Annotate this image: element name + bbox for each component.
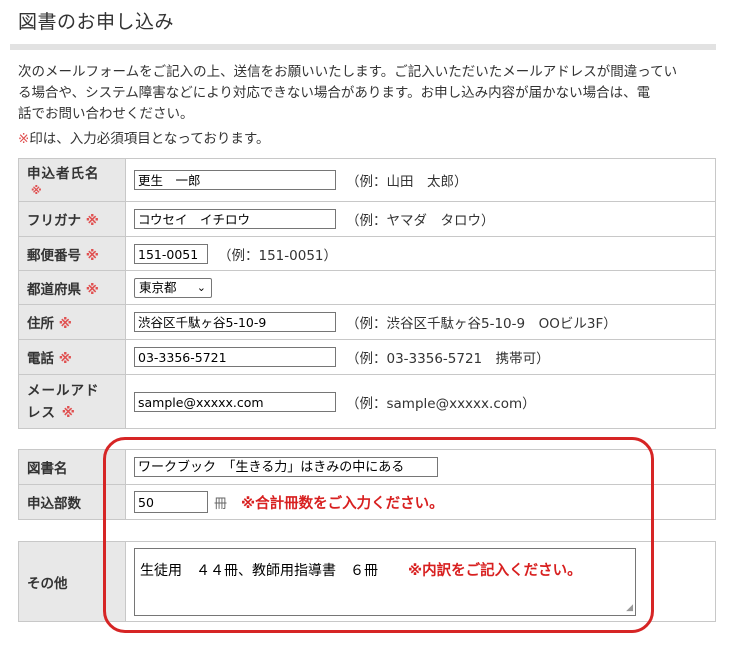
- required-mark: ※: [85, 247, 99, 264]
- row-phone: 電話 ※ 03-3356-5721 （例：03-3356-5721 携帯可）: [18, 339, 716, 375]
- postal-input[interactable]: 151-0051: [134, 243, 208, 264]
- phone-example: （例：03-3356-5721 携帯可）: [346, 351, 550, 367]
- quantity-note: ※合計冊数をご入力ください。: [241, 495, 444, 512]
- name-input[interactable]: 更生 一郎: [134, 170, 336, 190]
- label-email-line-1: メールアド: [27, 382, 100, 399]
- row-address: 住所 ※ 渋谷区千駄ヶ谷5-10-9 （例：渋谷区千駄ヶ谷5-10-9 OOビル3…: [18, 304, 716, 340]
- row-postal: 郵便番号 ※ 151-0051 （例：151-0051）: [18, 236, 716, 271]
- row-book: 図書名 ワークブック 「生きる力」はきみの中にある: [18, 449, 716, 485]
- label-book: 図書名: [18, 449, 126, 485]
- row-other: その他 生徒用 ４４冊、教師用指導書 ６冊 ※内訳をご記入ください。 ◢: [18, 541, 716, 622]
- kana-example: （例：ヤマダ タロウ）: [346, 213, 495, 229]
- name-example: （例：山田 太郎）: [346, 174, 468, 190]
- field-book: ワークブック 「生きる力」はきみの中にある: [125, 449, 716, 485]
- label-other: その他: [18, 541, 126, 622]
- required-note: ※印は、入力必須項目となっております。: [18, 127, 269, 147]
- row-name: 申込者氏名 ※ 更生 一郎 （例：山田 太郎）: [18, 158, 716, 202]
- quantity-input[interactable]: 50: [134, 491, 208, 513]
- label-address: 住所 ※: [18, 304, 126, 340]
- required-mark: ※: [31, 184, 42, 197]
- applicant-form-table: 申込者氏名 ※ 更生 一郎 （例：山田 太郎） フリガナ ※ コウセイ イチロウ （…: [18, 158, 716, 429]
- book-title-input[interactable]: ワークブック 「生きる力」はきみの中にある: [134, 457, 438, 477]
- address-input[interactable]: 渋谷区千駄ヶ谷5-10-9: [134, 312, 336, 332]
- label-phone: 電話 ※: [18, 339, 126, 375]
- field-quantity: 50 冊 ※合計冊数をご入力ください。: [125, 484, 716, 520]
- other-value: 生徒用 ４４冊、教師用指導書 ６冊: [140, 562, 378, 579]
- required-note-text: 印は、入力必須項目となっております。: [29, 131, 270, 147]
- chevron-down-icon: ⌄: [196, 280, 206, 294]
- label-postal: 郵便番号 ※: [18, 236, 126, 271]
- required-mark: ※: [18, 131, 30, 147]
- required-mark: ※: [85, 213, 99, 229]
- title-divider: [10, 44, 716, 50]
- order-form-table: 図書名 ワークブック 「生きる力」はきみの中にある 申込部数 50 冊 ※合計冊数を…: [18, 449, 716, 520]
- label-address-text: 住所: [27, 316, 54, 332]
- label-email: メールアド レス ※: [18, 374, 126, 429]
- intro-line-3: 話でお問い合わせください。: [18, 106, 194, 122]
- required-mark: ※: [85, 281, 99, 298]
- prefecture-select[interactable]: 東京都 ⌄: [134, 277, 212, 298]
- label-kana: フリガナ ※: [18, 201, 126, 237]
- quantity-unit: 冊: [214, 496, 228, 512]
- label-phone-text: 電話: [27, 351, 54, 367]
- field-email: sample@xxxxx.com （例：sample@xxxxx.com）: [125, 374, 716, 429]
- required-mark: ※: [58, 351, 72, 367]
- intro-text: 次のメールフォームをご記入の上、送信をお願いいたします。ご記入いただいたメールア…: [18, 62, 718, 125]
- email-example: （例：sample@xxxxx.com）: [346, 395, 536, 412]
- required-mark: ※: [61, 404, 76, 421]
- email-input[interactable]: sample@xxxxx.com: [134, 391, 336, 412]
- intro-line-2: る場合や、システム障害などにより対応できない場合があります。お申し込み内容が届か…: [18, 85, 651, 101]
- phone-input[interactable]: 03-3356-5721: [134, 347, 336, 367]
- prefecture-value: 東京都: [139, 279, 177, 295]
- label-postal-text: 郵便番号: [27, 247, 81, 264]
- field-other: 生徒用 ４４冊、教師用指導書 ６冊 ※内訳をご記入ください。 ◢: [125, 541, 716, 622]
- label-prefecture-text: 都道府県: [27, 281, 81, 298]
- field-postal: 151-0051 （例：151-0051）: [125, 236, 716, 271]
- field-prefecture: 東京都 ⌄: [125, 270, 716, 305]
- kana-input[interactable]: コウセイ イチロウ: [134, 209, 336, 229]
- row-email: メールアド レス ※ sample@xxxxx.com （例：sample@xxx…: [18, 374, 716, 429]
- label-kana-text: フリガナ: [27, 213, 81, 229]
- page-title: 図書のお申し込み: [18, 11, 175, 33]
- label-name-text: 申込者氏名: [27, 166, 100, 182]
- intro-line-1: 次のメールフォームをご記入の上、送信をお願いいたします。ご記入いただいたメールア…: [18, 64, 678, 80]
- other-form-table: その他 生徒用 ４４冊、教師用指導書 ６冊 ※内訳をご記入ください。 ◢: [18, 541, 716, 622]
- other-textarea[interactable]: 生徒用 ４４冊、教師用指導書 ６冊 ※内訳をご記入ください。 ◢: [134, 547, 636, 616]
- resize-handle-icon[interactable]: ◢: [626, 603, 633, 613]
- label-email-line-2: レス: [27, 404, 56, 421]
- row-kana: フリガナ ※ コウセイ イチロウ （例：ヤマダ タロウ）: [18, 201, 716, 237]
- field-phone: 03-3356-5721 （例：03-3356-5721 携帯可）: [125, 339, 716, 375]
- other-note: ※内訳をご記入ください。: [408, 562, 582, 579]
- required-mark: ※: [58, 316, 72, 332]
- row-quantity: 申込部数 50 冊 ※合計冊数をご入力ください。: [18, 484, 716, 520]
- address-example: （例：渋谷区千駄ヶ谷5-10-9 OOビル3F）: [346, 316, 617, 332]
- field-kana: コウセイ イチロウ （例：ヤマダ タロウ）: [125, 201, 716, 237]
- postal-example: （例：151-0051）: [218, 247, 337, 264]
- label-name: 申込者氏名 ※: [18, 158, 126, 202]
- row-prefecture: 都道府県 ※ 東京都 ⌄: [18, 270, 716, 305]
- label-prefecture: 都道府県 ※: [18, 270, 126, 305]
- field-address: 渋谷区千駄ヶ谷5-10-9 （例：渋谷区千駄ヶ谷5-10-9 OOビル3F）: [125, 304, 716, 340]
- label-quantity: 申込部数: [18, 484, 126, 520]
- field-name: 更生 一郎 （例：山田 太郎）: [125, 158, 716, 202]
